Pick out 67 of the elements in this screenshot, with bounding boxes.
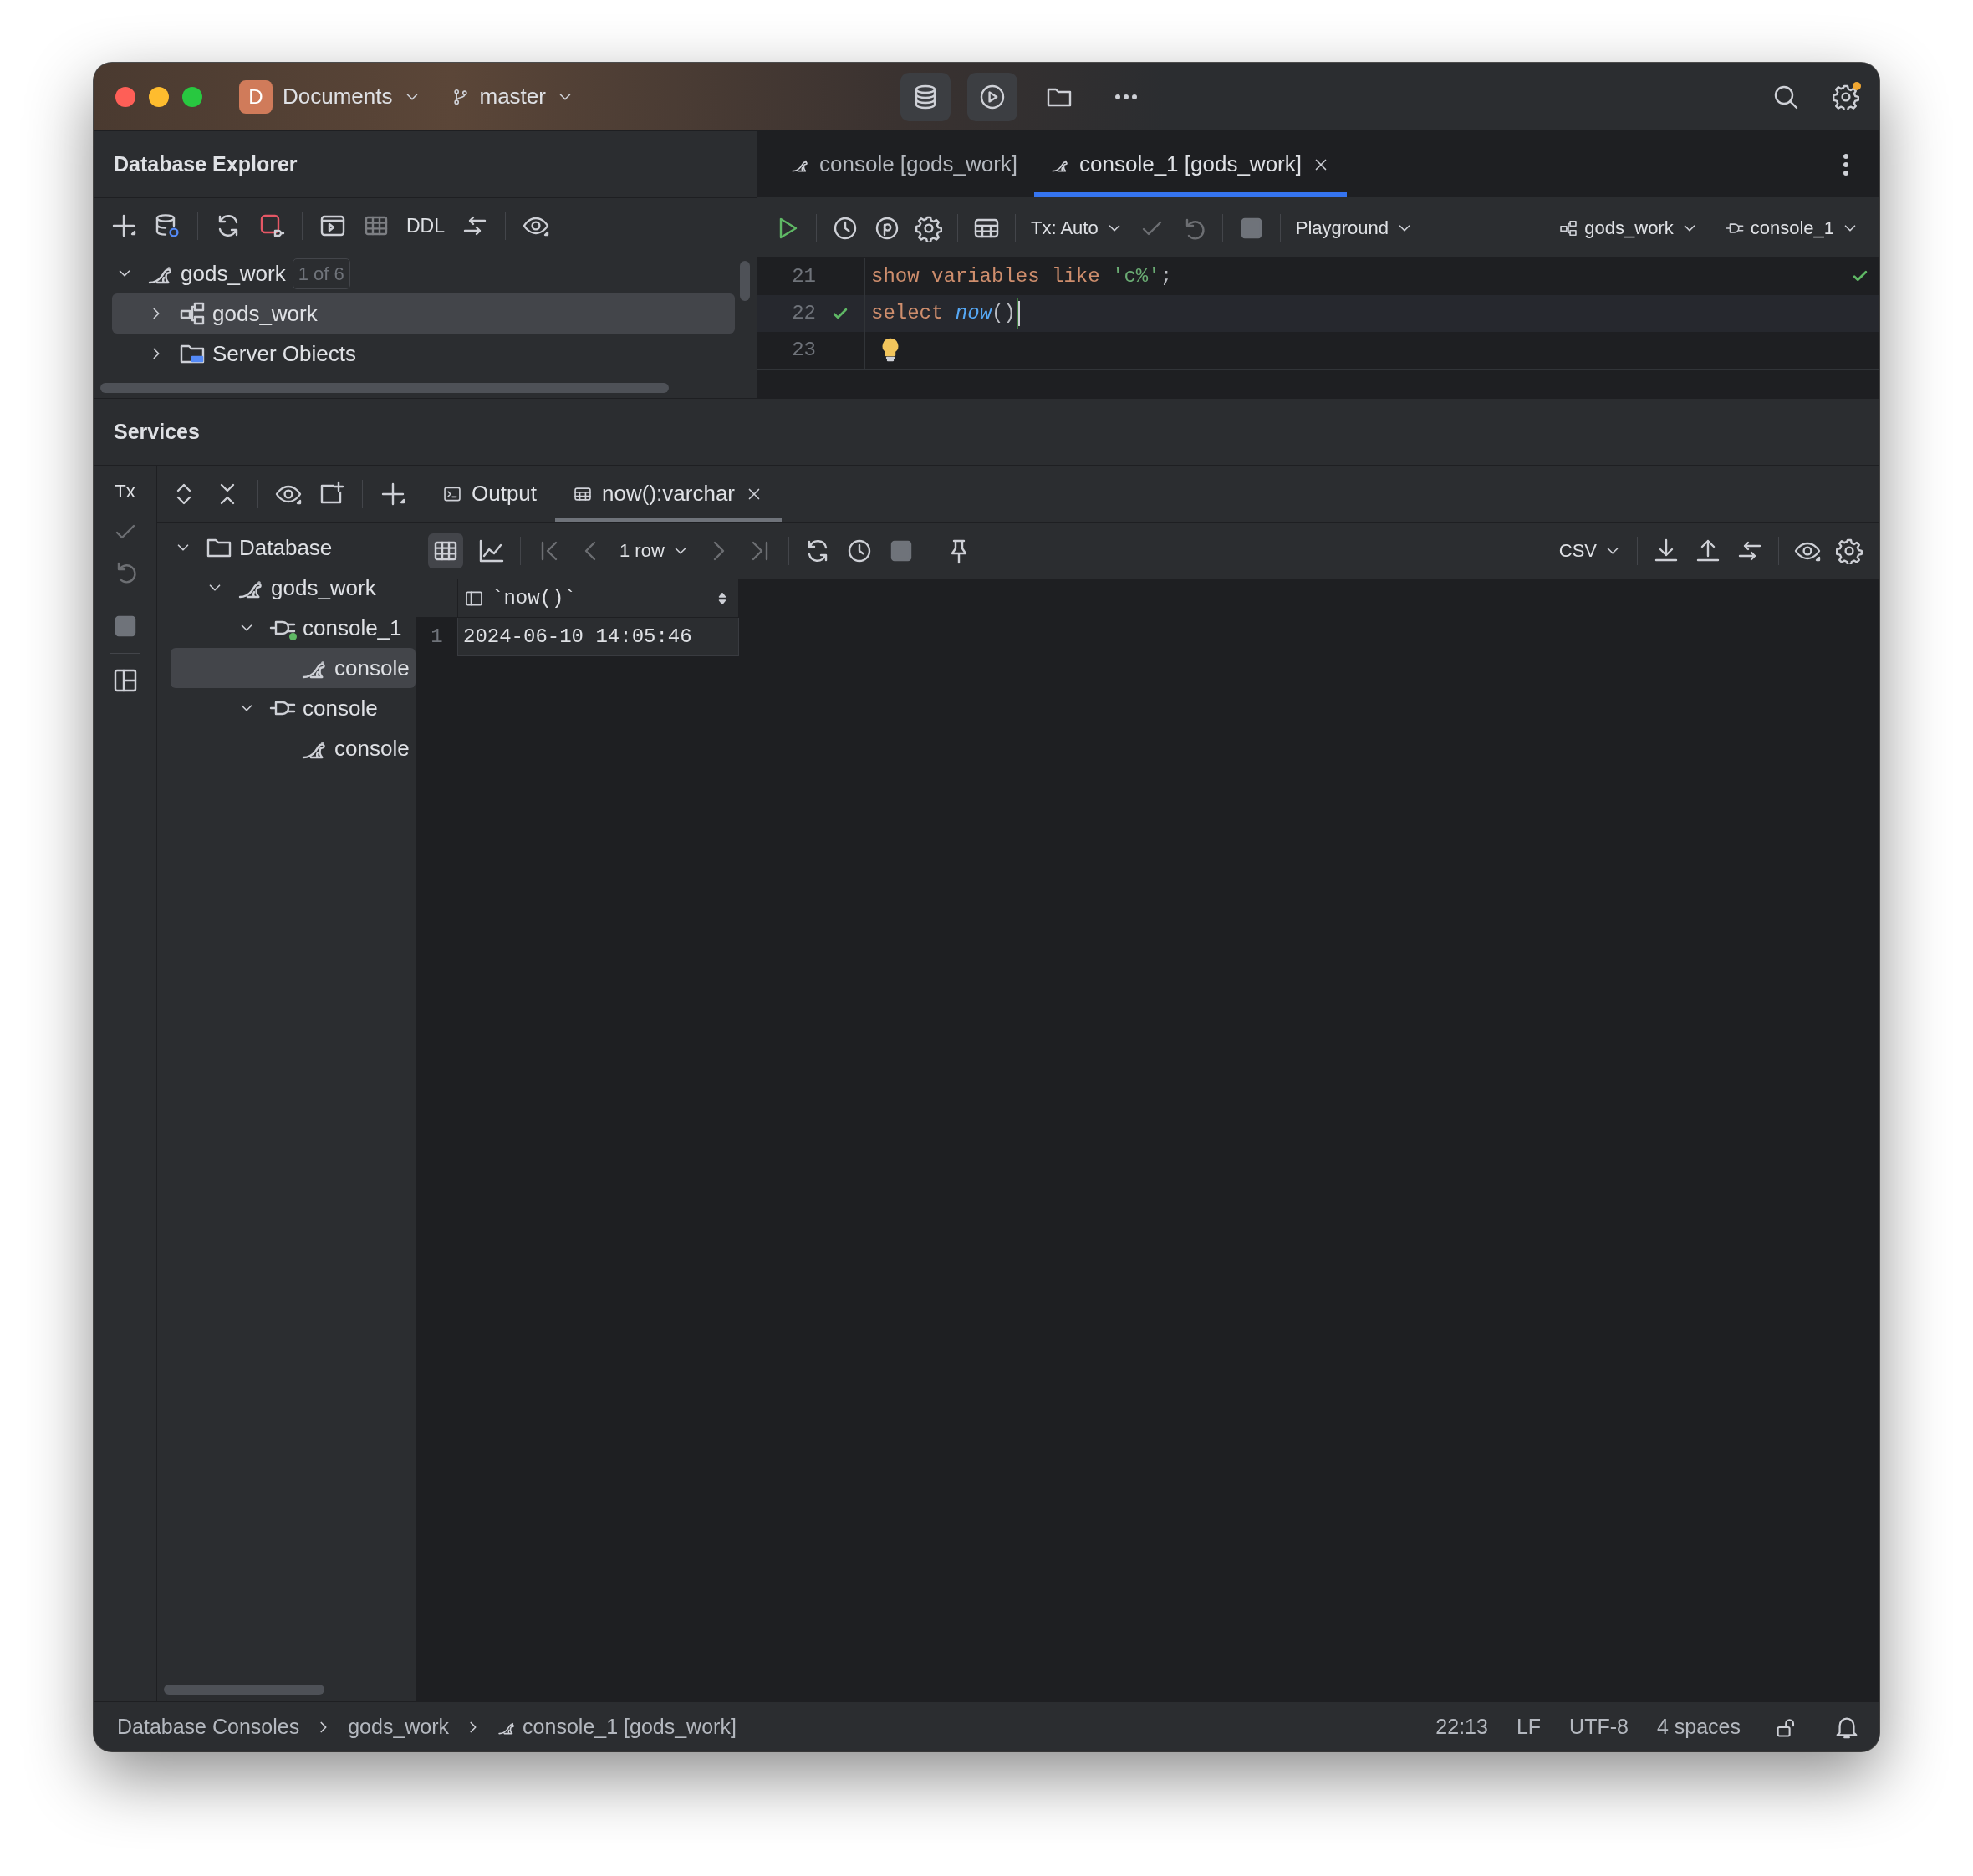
tree-item[interactable]: gods_work [171,568,416,608]
settings-icon[interactable] [1836,537,1863,564]
tree-label: Server Obiects [212,339,356,368]
settings-icon[interactable] [915,214,942,242]
count-badge: 1 of 6 [292,257,350,289]
database-button[interactable] [900,72,951,121]
database-settings-icon[interactable] [154,212,181,239]
tree-item[interactable]: console [171,728,416,768]
tree-item[interactable]: gods_work 1 of 6 [112,253,735,293]
mode-dropdown[interactable]: Playground [1295,214,1415,242]
cursor-position[interactable]: 22:13 [1435,1710,1488,1743]
tree-label: gods_work [271,574,376,602]
result-tab[interactable]: Output [425,466,556,522]
tree-label: console [334,654,410,682]
minimize-window-button[interactable] [149,86,169,107]
play-icon [978,83,1006,110]
tree-label: gods_work [212,299,318,328]
indent-setting[interactable]: 4 spaces [1656,1710,1741,1743]
line-number: 21 [791,264,816,289]
tree-label: gods_work [181,259,286,288]
breadcrumb[interactable]: console_1 [gods_work] [523,1710,737,1743]
notification-dot [1853,81,1861,90]
tree-label: console [334,734,410,762]
scrollbar[interactable] [164,1685,324,1695]
line-number: 23 [791,338,816,363]
line-number: 22 [791,301,816,326]
tree-label: console_1 [303,614,402,642]
scrollbar[interactable] [100,383,669,393]
tree-item[interactable]: gods_work [112,293,735,334]
schema-dropdown[interactable]: gods_work [1559,214,1699,242]
maximize-window-button[interactable] [182,86,202,107]
tree-item[interactable]: console_1 [171,608,416,648]
text-cursor [1017,301,1020,326]
schema-icon [179,300,206,327]
code-line: show variables like 'c%'; [870,264,1174,289]
table-view-button[interactable] [428,533,463,568]
tree-label: console [303,694,378,722]
schema-icon [1559,218,1578,237]
editor-tab[interactable]: console [gods_work] [774,131,1035,197]
tree-item[interactable]: console [171,688,416,728]
scrollbar[interactable] [740,261,750,301]
transaction-button[interactable]: Tx [115,477,135,505]
tree-item[interactable]: Database [171,528,416,568]
column-header[interactable]: `now()` [458,579,739,618]
encoding[interactable]: UTF-8 [1569,1710,1629,1743]
line-ending[interactable]: LF [1516,1710,1542,1743]
session-dropdown[interactable]: console_1 [1725,214,1859,242]
tree-item[interactable]: Server Obiects [112,334,735,374]
settings-icon[interactable] [1833,83,1859,110]
online-dot [289,633,297,640]
branch-name[interactable]: master [479,80,546,113]
run-button[interactable] [966,72,1017,121]
table-cell: 2024-06-10 14:05:46 [458,618,739,656]
breadcrumb[interactable]: Database Consoles [117,1710,300,1743]
format-dropdown[interactable]: CSV [1558,537,1622,564]
close-window-button[interactable] [115,86,135,107]
breadcrumb[interactable]: gods_work [348,1710,450,1743]
tree-label: Database [239,533,333,562]
tree-item[interactable]: console [171,648,416,688]
add-icon[interactable] [110,212,137,239]
panel-title: Database Explorer [94,131,757,198]
project-badge: D [239,79,273,114]
transaction-dropdown[interactable]: Tx: Auto [1031,214,1124,242]
disconnect-icon[interactable] [258,212,285,239]
page-size-dropdown[interactable]: 1 row [619,537,690,564]
ddl-button[interactable]: DDL [406,211,445,241]
project-name[interactable]: Documents [283,80,393,113]
